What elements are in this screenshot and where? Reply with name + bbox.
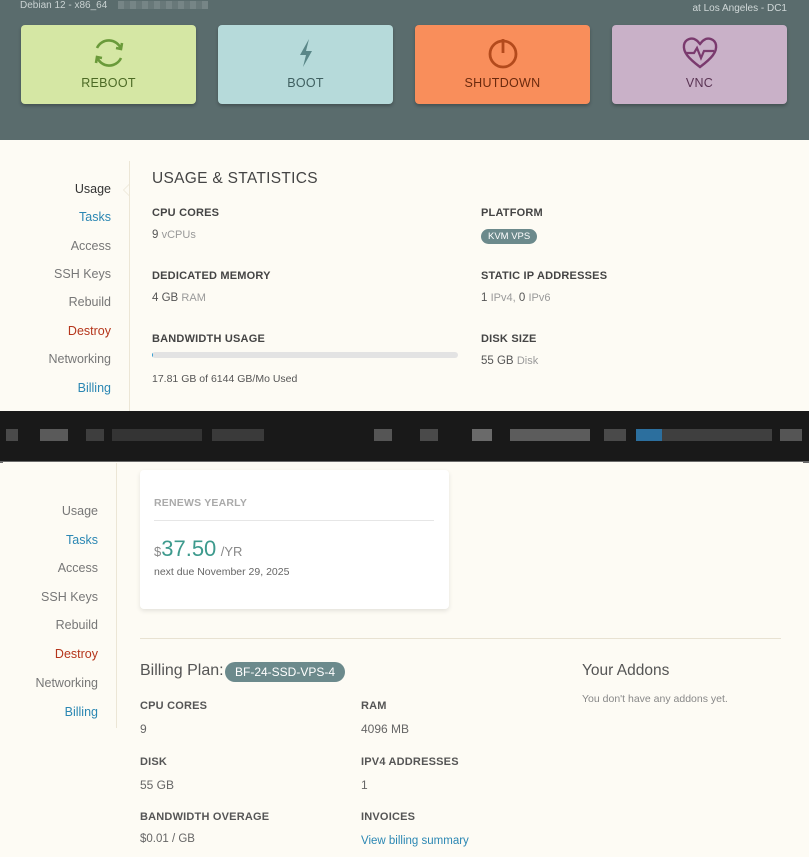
bandwidth-overage-label: BANDWIDTH OVERAGE (140, 811, 270, 823)
side-nav-upper: Usage Tasks Access SSH Keys Rebuild Dest… (0, 0, 111, 410)
disk-size-number: 55 GB (481, 355, 514, 367)
platform-label: PLATFORM (481, 207, 543, 219)
boot-label: BOOT (287, 76, 324, 90)
side-nav-lower: Usage Tasks Access SSH Keys Rebuild Dest… (0, 462, 98, 762)
boot-button[interactable]: BOOT (218, 25, 393, 104)
memory-unit: RAM (181, 292, 206, 304)
nav-destroy[interactable]: Destroy (68, 324, 111, 338)
ipv6-count: 0 (518, 292, 526, 304)
cpu-cores-value: 9 vCPUs (152, 229, 196, 241)
addons-empty-text: You don't have any addons yet. (582, 693, 728, 705)
usage-title: USAGE & STATISTICS (152, 170, 318, 187)
lightning-bolt-icon (299, 39, 312, 67)
vnc-button[interactable]: VNC (612, 25, 787, 104)
shutdown-label: SHUTDOWN (464, 76, 541, 90)
bandwidth-progress-fill (152, 352, 153, 358)
nav-billing[interactable]: Billing (78, 381, 111, 395)
billing-plan-title: Billing Plan: (140, 662, 224, 679)
renewal-price: $37.50 /YR (154, 536, 242, 562)
redacted-strip (0, 411, 809, 461)
shutdown-button[interactable]: SHUTDOWN (415, 25, 590, 104)
renewal-divider (154, 520, 434, 521)
nav-billing-lower[interactable]: Billing (65, 705, 98, 719)
nav-usage[interactable]: Usage (75, 182, 111, 196)
bandwidth-label: BANDWIDTH USAGE (152, 333, 265, 345)
price-period: /YR (220, 544, 243, 559)
nav-usage-lower[interactable]: Usage (62, 504, 98, 518)
disk-size-label: DISK SIZE (481, 333, 537, 345)
disk-size-value: 55 GB Disk (481, 355, 538, 367)
plan-disk-label: DISK (140, 756, 168, 768)
memory-value: 4 GB RAM (152, 292, 206, 304)
view-billing-summary-link[interactable]: View billing summary (361, 835, 469, 847)
platform-badge: KVM VPS (481, 229, 538, 244)
addons-title: Your Addons (582, 662, 670, 679)
plan-ram-value: 4096 MB (361, 722, 410, 736)
nav-access-lower[interactable]: Access (58, 561, 98, 575)
location-label: at Los Angeles - DC1 (692, 3, 788, 14)
invoices-label: INVOICES (361, 811, 416, 823)
nav-access[interactable]: Access (71, 239, 111, 253)
ipv4-unit: IPv4, (490, 292, 516, 304)
plan-ipv4-label: IPV4 ADDRESSES (361, 756, 459, 768)
billing-plan-badge: BF-24-SSD-VPS-4 (225, 662, 346, 682)
ipv4-count: 1 (481, 292, 488, 304)
plan-disk-value: 55 GB (140, 778, 175, 792)
heart-pulse-icon (682, 37, 717, 69)
price-amount: 37.50 (161, 536, 217, 561)
invoices-value: View billing summary (361, 833, 469, 847)
nav-tasks[interactable]: Tasks (79, 210, 111, 224)
static-ip-label: STATIC IP ADDRESSES (481, 270, 608, 282)
static-ip-value: 1 IPv4, 0 IPv6 (481, 292, 551, 304)
plan-cpu-value: 9 (140, 722, 147, 736)
plan-ipv4-value: 1 (361, 778, 368, 792)
cpu-cores-number: 9 (152, 229, 159, 241)
active-nav-caret (123, 184, 129, 196)
billing-divider (140, 638, 781, 639)
memory-label: DEDICATED MEMORY (152, 270, 271, 282)
memory-number: 4 GB (152, 292, 179, 304)
cpu-cores-label: CPU CORES (152, 207, 220, 219)
ipv6-unit: IPv6 (528, 292, 551, 304)
cpu-cores-unit: vCPUs (161, 229, 196, 241)
nav-rebuild-lower[interactable]: Rebuild (56, 618, 98, 632)
nav-divider (129, 161, 130, 411)
renewal-card: RENEWS YEARLY $37.50 /YR next due Novemb… (140, 470, 449, 609)
nav-divider-lower (116, 463, 117, 728)
bandwidth-text: 17.81 GB of 6144 GB/Mo Used (152, 373, 298, 385)
nav-ssh-keys-lower[interactable]: SSH Keys (41, 590, 98, 604)
plan-ram-label: RAM (361, 700, 387, 712)
power-icon (488, 39, 517, 69)
bandwidth-overage-value: $0.01 / GB (140, 833, 195, 845)
nav-destroy-lower[interactable]: Destroy (55, 647, 98, 661)
redacted-hostname (118, 1, 208, 9)
disk-size-unit: Disk (516, 355, 539, 367)
nav-tasks-lower[interactable]: Tasks (66, 533, 98, 547)
bandwidth-progress-bar (152, 352, 458, 358)
server-header: Debian 12 - x86_64 at Los Angeles - DC1 … (0, 0, 809, 140)
nav-ssh-keys[interactable]: SSH Keys (54, 267, 111, 281)
nav-networking[interactable]: Networking (48, 352, 111, 366)
nav-rebuild[interactable]: Rebuild (69, 295, 111, 309)
vnc-label: VNC (685, 76, 714, 90)
next-due-date: next due November 29, 2025 (154, 566, 290, 578)
plan-cpu-label: CPU CORES (140, 700, 208, 712)
nav-networking-lower[interactable]: Networking (35, 676, 98, 690)
renews-yearly-label: RENEWS YEARLY (154, 497, 248, 509)
